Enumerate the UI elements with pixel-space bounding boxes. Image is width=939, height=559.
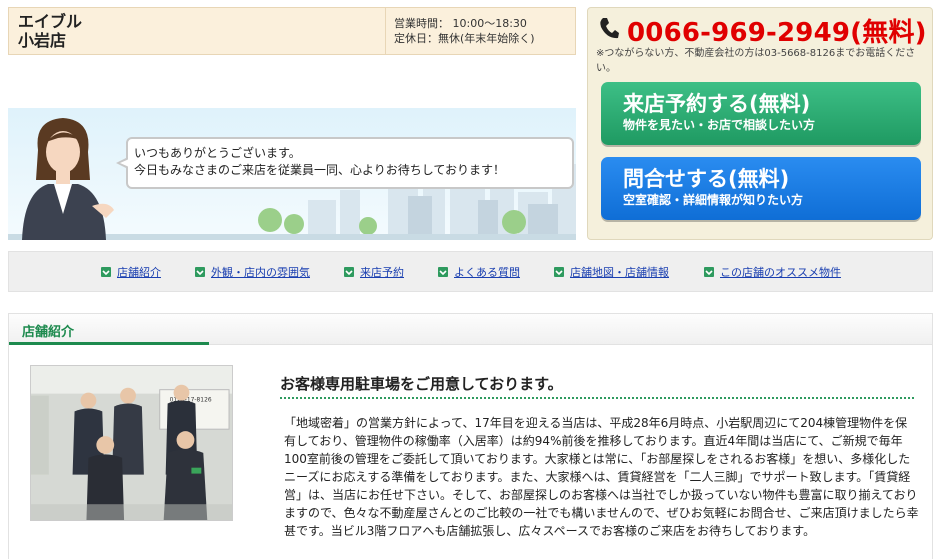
nav-item-store-intro[interactable]: 店舗紹介	[101, 264, 161, 280]
staff-photo: 0120-17-8126	[30, 365, 233, 521]
intro-headline: お客様専用駐車場をご用意しております。	[280, 375, 563, 393]
phone-number[interactable]: 0066-969-2949(無料)	[627, 12, 927, 49]
phone-icon	[600, 18, 619, 39]
opening-hours: 営業時間： 10:00～18:30	[394, 17, 527, 30]
store-hours-box: 営業時間： 10:00～18:30 定休日：無休(年末年始除く)	[385, 8, 577, 54]
arrow-down-icon	[195, 267, 205, 277]
visit-reservation-subtitle: 物件を見たい・お店で相談したい方	[623, 118, 816, 132]
visit-reservation-title: 来店予約する(無料)	[623, 92, 811, 116]
arrow-down-icon	[101, 267, 111, 277]
greeting-line-2: 今日もみなさまのご来店を従業員一同、心よりお待ちしております！	[134, 163, 506, 177]
nav-label: 外観・店内の雰囲気	[211, 266, 310, 279]
phone-note: ※つながらない方、不動産会社の方は03-5668-8126までお電話ください。	[596, 48, 916, 74]
arrow-down-icon	[344, 267, 354, 277]
arrow-down-icon	[704, 267, 714, 277]
dotted-divider	[280, 397, 914, 399]
store-intro-section: 店舗紹介 0120-17-8126 お客様専用駐車場をご用意しております。 「地…	[8, 313, 933, 559]
closed-days: 定休日：無休(年末年始除く)	[394, 32, 535, 45]
arrow-down-icon	[438, 267, 448, 277]
store-branch: 小岩店	[18, 31, 67, 50]
nav-item-visit-reservation[interactable]: 来店予約	[344, 264, 404, 280]
section-title: 店舗紹介	[22, 325, 75, 340]
contact-panel: 0066-969-2949(無料) ※つながらない方、不動産会社の方は03-56…	[587, 7, 933, 240]
inquiry-subtitle: 空室確認・詳細情報が知りたい方	[623, 193, 804, 207]
intro-body: 「地域密着」の営業方針によって、17年目を迎える当店は、平成28年6月時点、小岩…	[284, 416, 919, 538]
nav-label: よくある質問	[454, 266, 520, 279]
inquiry-title: 問合せする(無料)	[623, 167, 790, 191]
inquiry-button[interactable]: 問合せする(無料) 空室確認・詳細情報が知りたい方	[601, 157, 921, 220]
nav-item-map-info[interactable]: 店舗地図・店舗情報	[554, 264, 669, 280]
store-name: エイブル 小岩店	[18, 12, 82, 50]
nav-item-atmosphere[interactable]: 外観・店内の雰囲気	[195, 264, 310, 280]
section-underline	[9, 342, 209, 345]
hero-banner: いつもありがとうございます。 今日もみなさまのご来店を従業員一同、心よりお待ちし…	[8, 108, 576, 240]
nav-label: 来店予約	[360, 266, 404, 279]
staff-illustration	[22, 118, 114, 240]
visit-reservation-button[interactable]: 来店予約する(無料) 物件を見たい・お店で相談したい方	[601, 82, 921, 145]
greeting-bubble: いつもありがとうございます。 今日もみなさまのご来店を従業員一同、心よりお待ちし…	[116, 137, 574, 189]
section-header: 店舗紹介	[9, 314, 932, 345]
nav-label: 店舗紹介	[117, 266, 161, 279]
store-brand: エイブル	[18, 12, 83, 31]
nav-label: 店舗地図・店舗情報	[570, 266, 669, 279]
greeting-line-1: いつもありがとうございます。	[134, 146, 301, 160]
nav-item-faq[interactable]: よくある質問	[438, 264, 520, 280]
store-header: エイブル 小岩店 営業時間： 10:00～18:30 定休日：無休(年末年始除く…	[8, 7, 576, 55]
store-nav: 店舗紹介 外観・店内の雰囲気 来店予約 よくある質問 店舗地図・店舗情報 この店…	[8, 251, 933, 292]
nav-item-recommended[interactable]: この店舗のオススメ物件	[704, 264, 841, 280]
nav-label: この店舗のオススメ物件	[720, 266, 841, 279]
arrow-down-icon	[554, 267, 564, 277]
